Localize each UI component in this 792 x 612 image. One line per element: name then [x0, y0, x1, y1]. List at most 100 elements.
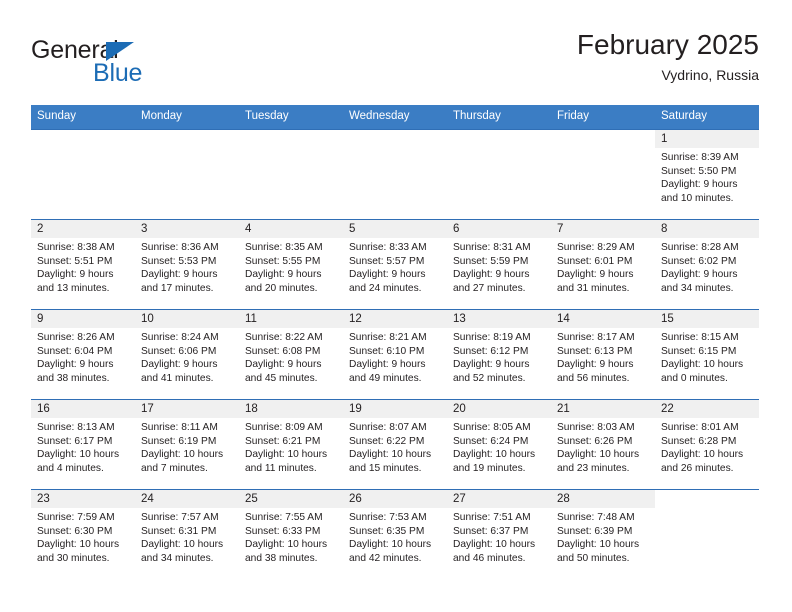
- day-number-band: 13: [447, 310, 551, 328]
- day-cell[interactable]: 21 Sunrise: 8:03 AM Sunset: 6:26 PM Dayligh…: [551, 400, 655, 489]
- sunset-text: Sunset: 6:30 PM: [37, 525, 113, 537]
- day-cell[interactable]: 15 Sunrise: 8:15 AM Sunset: 6:15 PM Dayligh…: [655, 310, 759, 399]
- day-number: 1: [661, 133, 668, 145]
- day-cell[interactable]: [343, 130, 447, 219]
- sunset-text: Sunset: 5:59 PM: [453, 255, 529, 267]
- daylight-text: Daylight: 9 hours and 34 minutes.: [661, 269, 738, 294]
- day-cell[interactable]: 22 Sunrise: 8:01 AM Sunset: 6:28 PM Dayligh…: [655, 400, 759, 489]
- sunset-text: Sunset: 6:10 PM: [349, 345, 425, 357]
- day-cell[interactable]: [31, 130, 135, 219]
- day-details: Sunrise: 8:24 AM Sunset: 6:06 PM Daylight:…: [135, 328, 239, 385]
- sunset-text: Sunset: 6:31 PM: [141, 525, 217, 537]
- sunset-text: Sunset: 6:06 PM: [141, 345, 217, 357]
- day-cell[interactable]: 5 Sunrise: 8:33 AM Sunset: 5:57 PM Daylight…: [343, 220, 447, 309]
- day-cell[interactable]: 6 Sunrise: 8:31 AM Sunset: 5:59 PM Daylight…: [447, 220, 551, 309]
- day-number: 24: [141, 493, 154, 505]
- day-number-band: [31, 130, 135, 148]
- day-number-band: 16: [31, 400, 135, 418]
- day-number: 26: [349, 493, 362, 505]
- sunrise-text: Sunrise: 8:35 AM: [245, 242, 323, 253]
- day-number-band: 1: [655, 130, 759, 148]
- daylight-text: Daylight: 9 hours and 10 minutes.: [661, 179, 738, 204]
- day-details: Sunrise: 8:35 AM Sunset: 5:55 PM Daylight:…: [239, 238, 343, 295]
- sunrise-text: Sunrise: 8:09 AM: [245, 422, 323, 433]
- day-cell[interactable]: [447, 130, 551, 219]
- day-details: Sunrise: 7:57 AM Sunset: 6:31 PM Daylight:…: [135, 508, 239, 565]
- day-cell[interactable]: [239, 130, 343, 219]
- daylight-text: Daylight: 10 hours and 26 minutes.: [661, 449, 744, 474]
- day-cell[interactable]: 27 Sunrise: 7:51 AM Sunset: 6:37 PM Dayligh…: [447, 490, 551, 579]
- sunset-text: Sunset: 6:39 PM: [557, 525, 633, 537]
- day-cell[interactable]: [655, 490, 759, 579]
- day-details: [343, 148, 447, 151]
- day-cell[interactable]: 25 Sunrise: 7:55 AM Sunset: 6:33 PM Dayligh…: [239, 490, 343, 579]
- sunset-text: Sunset: 6:33 PM: [245, 525, 321, 537]
- day-number: 16: [37, 403, 50, 415]
- calendar-page: General Blue February 2025 Vydrino, Russ…: [0, 0, 792, 612]
- sunset-text: Sunset: 5:51 PM: [37, 255, 113, 267]
- day-cell[interactable]: 2 Sunrise: 8:38 AM Sunset: 5:51 PM Daylight…: [31, 220, 135, 309]
- weekday-header-sunday: Sunday: [37, 110, 77, 122]
- sunrise-text: Sunrise: 7:59 AM: [37, 512, 115, 523]
- daylight-text: Daylight: 10 hours and 4 minutes.: [37, 449, 120, 474]
- day-cell[interactable]: 20 Sunrise: 8:05 AM Sunset: 6:24 PM Dayligh…: [447, 400, 551, 489]
- daylight-text: Daylight: 9 hours and 45 minutes.: [245, 359, 322, 384]
- sunset-text: Sunset: 6:21 PM: [245, 435, 321, 447]
- sunset-text: Sunset: 6:15 PM: [661, 345, 737, 357]
- day-number: 17: [141, 403, 154, 415]
- day-cell[interactable]: 7 Sunrise: 8:29 AM Sunset: 6:01 PM Daylight…: [551, 220, 655, 309]
- day-number: 15: [661, 313, 674, 325]
- day-number: 9: [37, 313, 44, 325]
- day-cell[interactable]: 28 Sunrise: 7:48 AM Sunset: 6:39 PM Dayligh…: [551, 490, 655, 579]
- day-cell[interactable]: 9 Sunrise: 8:26 AM Sunset: 6:04 PM Daylight…: [31, 310, 135, 399]
- sunset-text: Sunset: 5:55 PM: [245, 255, 321, 267]
- sunset-text: Sunset: 6:12 PM: [453, 345, 529, 357]
- sunrise-text: Sunrise: 7:48 AM: [557, 512, 635, 523]
- day-cell[interactable]: 26 Sunrise: 7:53 AM Sunset: 6:35 PM Dayligh…: [343, 490, 447, 579]
- sunrise-text: Sunrise: 8:03 AM: [557, 422, 635, 433]
- day-cell[interactable]: 14 Sunrise: 8:17 AM Sunset: 6:13 PM Dayligh…: [551, 310, 655, 399]
- day-cell[interactable]: 13 Sunrise: 8:19 AM Sunset: 6:12 PM Dayligh…: [447, 310, 551, 399]
- day-details: [655, 508, 759, 511]
- day-details: Sunrise: 8:03 AM Sunset: 6:26 PM Daylight:…: [551, 418, 655, 475]
- title-block: February 2025 Vydrino, Russia: [577, 28, 759, 85]
- day-cell[interactable]: [135, 130, 239, 219]
- sunset-text: Sunset: 6:24 PM: [453, 435, 529, 447]
- day-cell[interactable]: [551, 130, 655, 219]
- day-cell[interactable]: 16 Sunrise: 8:13 AM Sunset: 6:17 PM Dayligh…: [31, 400, 135, 489]
- day-cell[interactable]: 4 Sunrise: 8:35 AM Sunset: 5:55 PM Daylight…: [239, 220, 343, 309]
- day-cell[interactable]: 10 Sunrise: 8:24 AM Sunset: 6:06 PM Dayligh…: [135, 310, 239, 399]
- day-number: 20: [453, 403, 466, 415]
- day-cell[interactable]: 24 Sunrise: 7:57 AM Sunset: 6:31 PM Dayligh…: [135, 490, 239, 579]
- sunrise-text: Sunrise: 8:24 AM: [141, 332, 219, 343]
- day-number: 27: [453, 493, 466, 505]
- daylight-text: Daylight: 10 hours and 0 minutes.: [661, 359, 744, 384]
- day-cell[interactable]: 19 Sunrise: 8:07 AM Sunset: 6:22 PM Dayligh…: [343, 400, 447, 489]
- day-cell[interactable]: 1 Sunrise: 8:39 AM Sunset: 5:50 PM Daylight…: [655, 130, 759, 219]
- daylight-text: Daylight: 10 hours and 42 minutes.: [349, 539, 432, 564]
- day-details: Sunrise: 8:05 AM Sunset: 6:24 PM Daylight:…: [447, 418, 551, 475]
- day-number-band: 10: [135, 310, 239, 328]
- day-details: Sunrise: 7:55 AM Sunset: 6:33 PM Daylight:…: [239, 508, 343, 565]
- day-details: Sunrise: 8:17 AM Sunset: 6:13 PM Daylight:…: [551, 328, 655, 385]
- day-details: [135, 148, 239, 151]
- day-cell[interactable]: 3 Sunrise: 8:36 AM Sunset: 5:53 PM Daylight…: [135, 220, 239, 309]
- day-cell[interactable]: 12 Sunrise: 8:21 AM Sunset: 6:10 PM Dayligh…: [343, 310, 447, 399]
- day-details: Sunrise: 8:28 AM Sunset: 6:02 PM Daylight:…: [655, 238, 759, 295]
- sunset-text: Sunset: 6:04 PM: [37, 345, 113, 357]
- sunrise-text: Sunrise: 8:39 AM: [661, 152, 739, 163]
- sunrise-text: Sunrise: 8:13 AM: [37, 422, 115, 433]
- day-cell[interactable]: 18 Sunrise: 8:09 AM Sunset: 6:21 PM Dayligh…: [239, 400, 343, 489]
- day-cell[interactable]: 11 Sunrise: 8:22 AM Sunset: 6:08 PM Dayligh…: [239, 310, 343, 399]
- day-number: 22: [661, 403, 674, 415]
- day-details: Sunrise: 8:21 AM Sunset: 6:10 PM Daylight:…: [343, 328, 447, 385]
- day-cell[interactable]: 8 Sunrise: 8:28 AM Sunset: 6:02 PM Daylight…: [655, 220, 759, 309]
- calendar-week-row: 2 Sunrise: 8:38 AM Sunset: 5:51 PM Daylight…: [31, 219, 759, 309]
- daylight-text: Daylight: 9 hours and 38 minutes.: [37, 359, 114, 384]
- day-cell[interactable]: 23 Sunrise: 7:59 AM Sunset: 6:30 PM Dayligh…: [31, 490, 135, 579]
- day-number-band: 25: [239, 490, 343, 508]
- day-cell[interactable]: 17 Sunrise: 8:11 AM Sunset: 6:19 PM Dayligh…: [135, 400, 239, 489]
- daylight-text: Daylight: 9 hours and 27 minutes.: [453, 269, 530, 294]
- sunset-text: Sunset: 6:02 PM: [661, 255, 737, 267]
- day-details: Sunrise: 8:01 AM Sunset: 6:28 PM Daylight:…: [655, 418, 759, 475]
